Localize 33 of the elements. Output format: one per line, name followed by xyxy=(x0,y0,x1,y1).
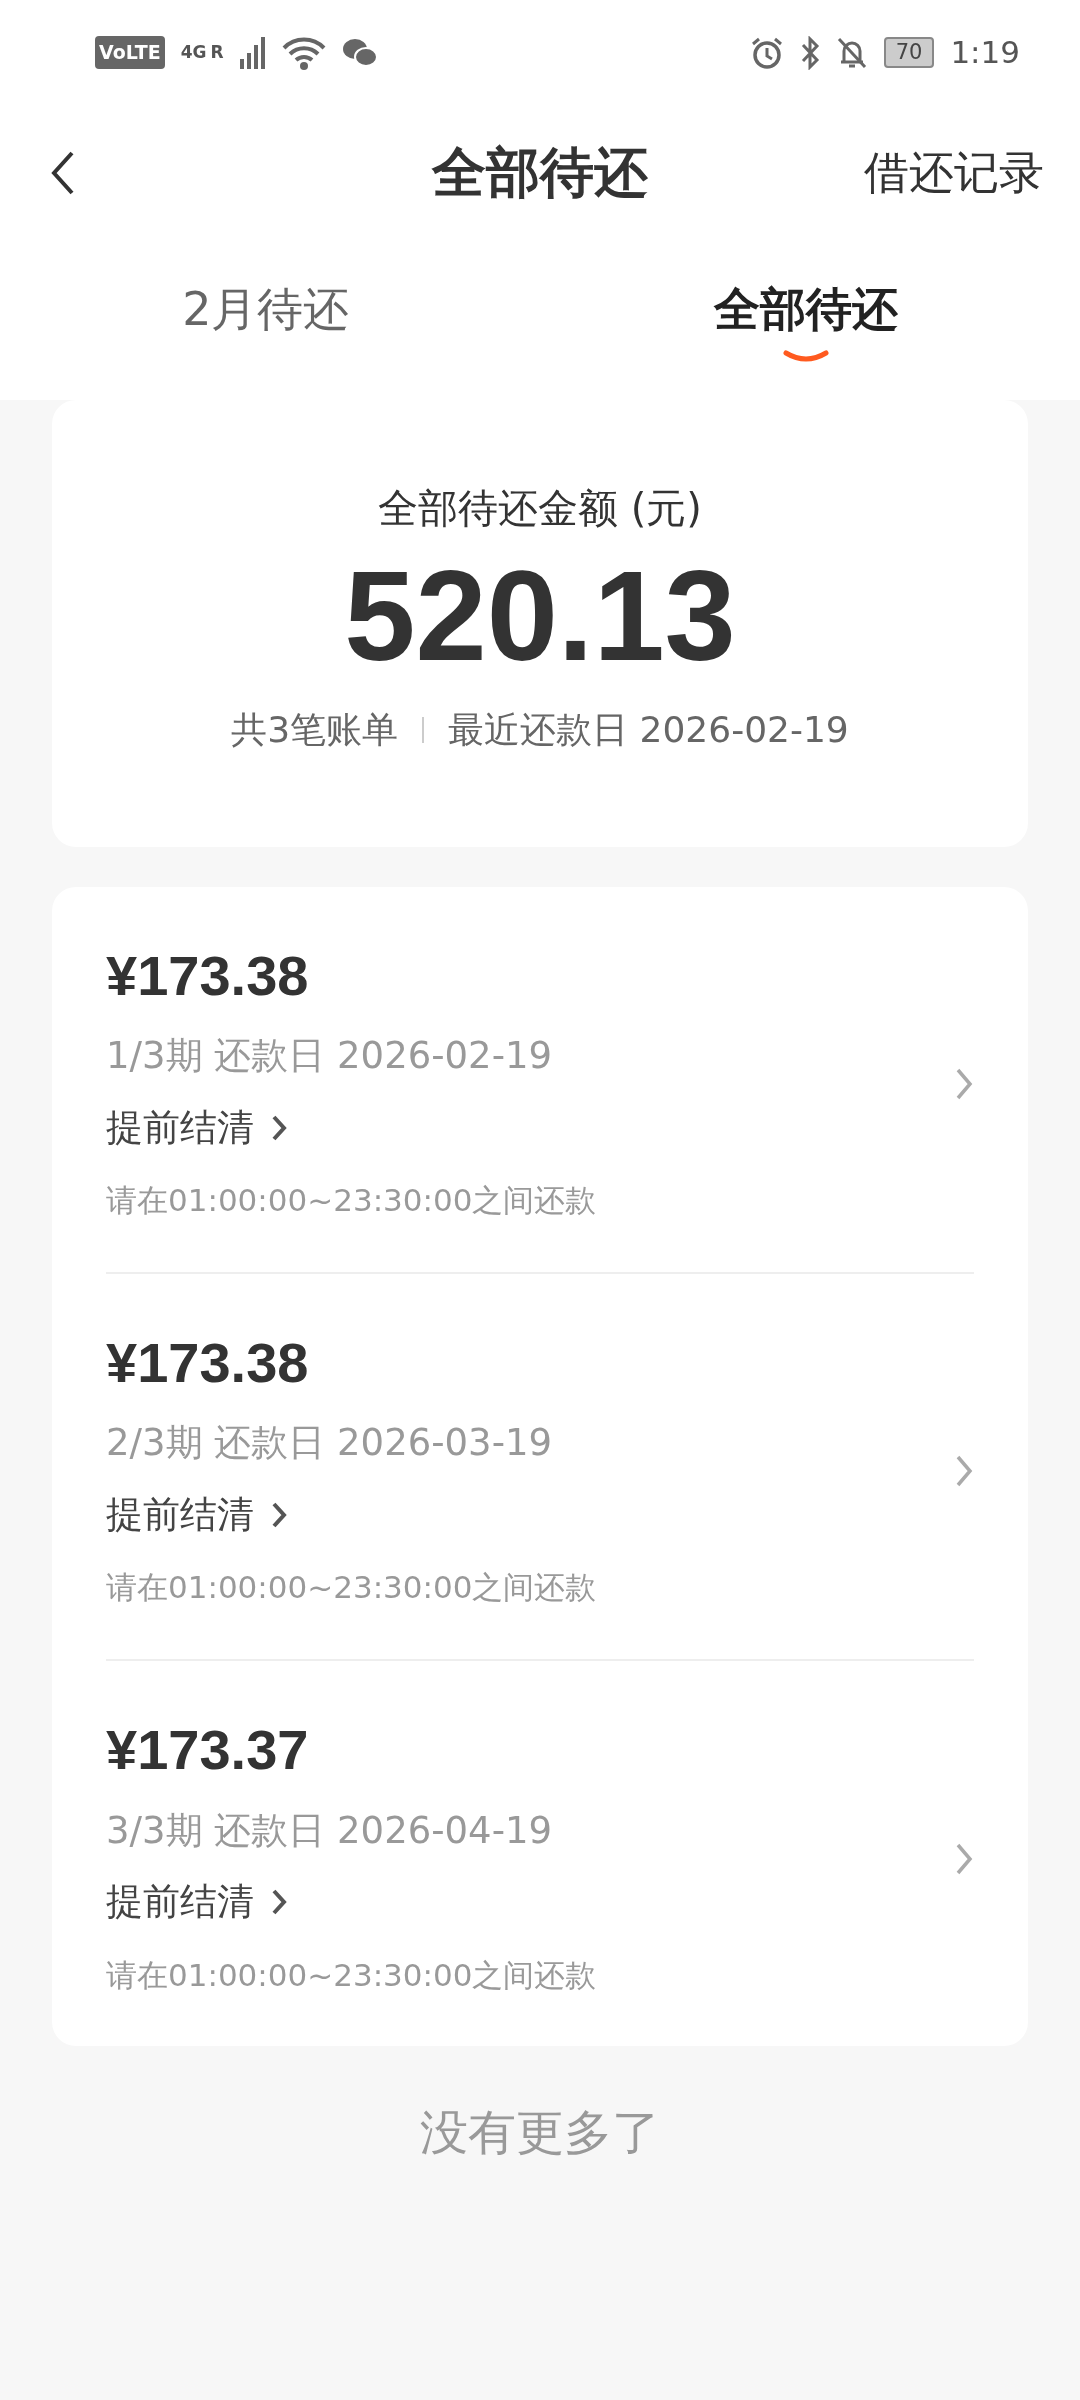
back-button[interactable] xyxy=(50,149,76,196)
amount-label: 全部待还金额 (元) xyxy=(377,484,703,533)
bluetooth-icon xyxy=(799,35,820,70)
total-amount: 520.13 xyxy=(343,546,737,687)
network-type-text: 4G xyxy=(180,44,207,61)
installment-due-date: 3/3期 还款日 2026-04-19 xyxy=(106,1807,553,1854)
underline-indicator xyxy=(781,349,830,362)
battery-indicator: 70 xyxy=(883,36,935,69)
settle-early-link[interactable]: 提前结清 xyxy=(106,1487,288,1543)
tab[interactable]: 全部待还 xyxy=(713,274,898,366)
repayment-time-note: 请在01:00:00~23:30:00之间还款 xyxy=(106,1955,597,1995)
bill-count: 共3笔账单 xyxy=(231,707,399,752)
history-link[interactable]: 借还记录 xyxy=(864,138,1044,207)
installment-due-date: 1/3期 还款日 2026-02-19 xyxy=(106,1033,553,1080)
installment-due-date: 2/3期 还款日 2026-03-19 xyxy=(106,1420,553,1467)
muted-bell-icon xyxy=(835,35,868,70)
roaming-text: R xyxy=(210,44,224,61)
repayment-time-note: 请在01:00:00~23:30:00之间还款 xyxy=(106,1181,597,1221)
repayment-time-note: 请在01:00:00~23:30:00之间还款 xyxy=(106,1568,597,1608)
signal-icon xyxy=(239,36,266,69)
next-due-date: 最近还款日 2026-02-19 xyxy=(448,707,849,752)
volte-indicator: VoLTE xyxy=(95,36,165,69)
bill-amount: ¥173.38 xyxy=(106,944,309,1007)
alarm-icon xyxy=(749,35,784,70)
end-of-list-text: 没有更多了 xyxy=(420,2104,660,2161)
bill-amount: ¥173.38 xyxy=(106,1331,309,1394)
page-title: 全部待还 xyxy=(432,140,648,206)
bill-amount: ¥173.37 xyxy=(106,1719,309,1781)
tab[interactable]: 2月待还 xyxy=(182,274,350,366)
clock-text: 1:19 xyxy=(950,33,1020,73)
settle-early-link[interactable]: 提前结清 xyxy=(106,1874,288,1930)
settle-early-link[interactable]: 提前结清 xyxy=(106,1099,288,1156)
wifi-icon xyxy=(281,35,326,70)
